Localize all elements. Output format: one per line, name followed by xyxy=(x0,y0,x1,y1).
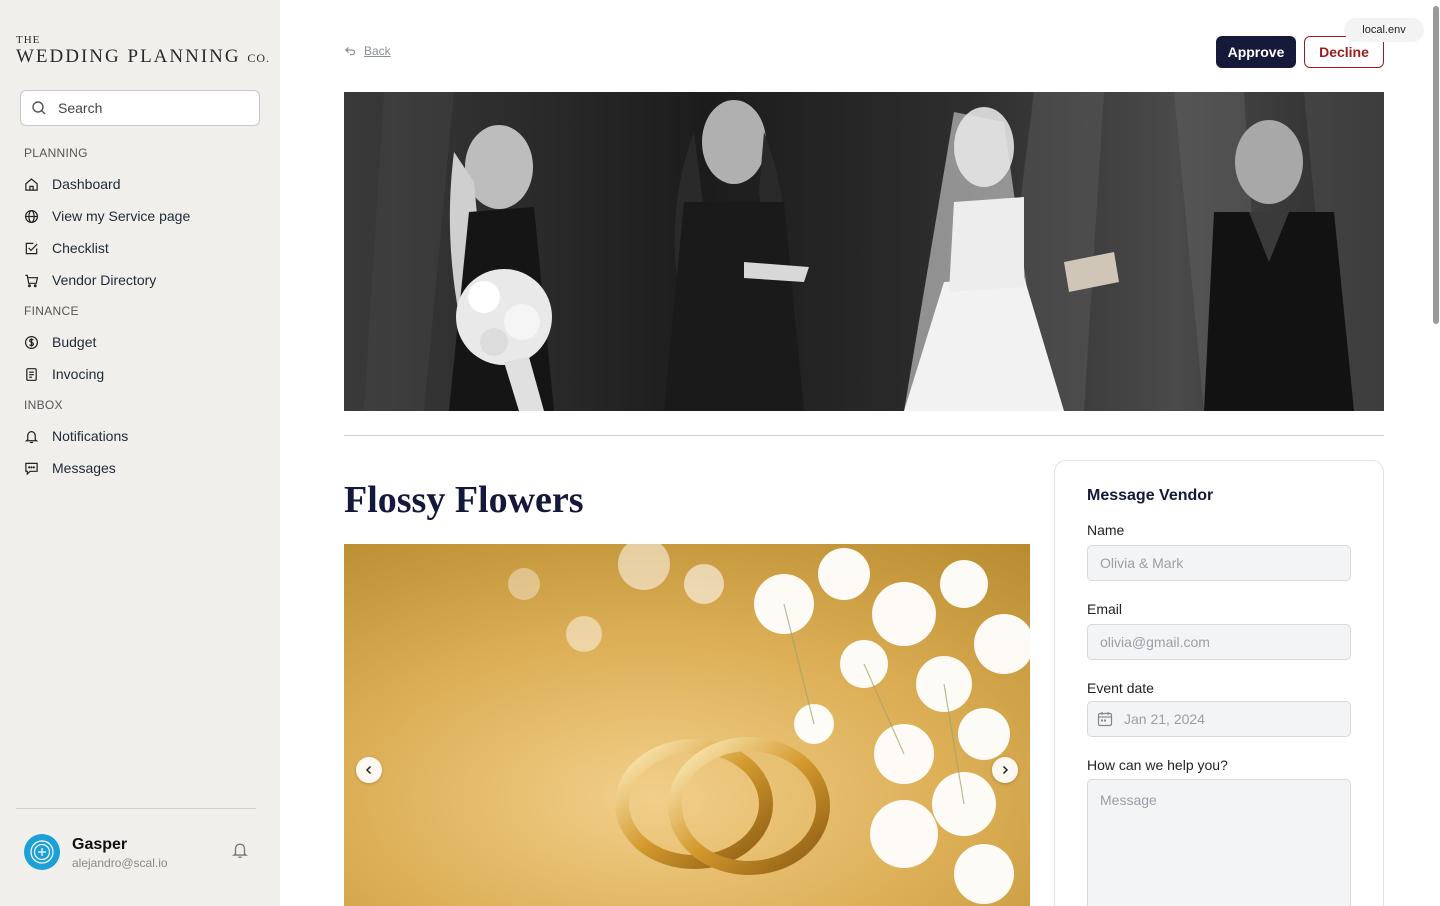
scrollbar-thumb[interactable] xyxy=(1433,6,1439,324)
sidebar-item-label: Messages xyxy=(52,460,116,476)
document-icon xyxy=(26,367,37,381)
user-email: alejandro@scal.io xyxy=(72,856,168,870)
sidebar-item-service-page[interactable]: View my Service page xyxy=(24,204,254,228)
section-label-planning: PLANNING xyxy=(24,146,88,160)
brand-logo-small: THE xyxy=(16,34,41,46)
brand-logo-suffix: CO. xyxy=(247,51,271,65)
page-scrollbar[interactable] xyxy=(1432,0,1440,906)
search-icon xyxy=(32,101,46,115)
hero-ceremony-photo xyxy=(344,92,1384,411)
brand-logo-main-text: WEDDING PLANNING xyxy=(16,46,241,67)
sidebar-item-label: Invocing xyxy=(52,366,105,382)
sidebar: THE WEDDING PLANNING CO. PLANNING Dashbo… xyxy=(0,0,280,906)
email-field[interactable] xyxy=(1087,624,1351,660)
cart-icon xyxy=(25,274,39,287)
gallery-rings-photo xyxy=(344,544,1030,906)
globe-icon xyxy=(24,209,39,223)
message-label: How can we help you? xyxy=(1087,757,1228,773)
event-date-label: Event date xyxy=(1087,680,1154,696)
user-name: Gasper xyxy=(72,836,128,853)
vendor-title: Flossy Flowers xyxy=(344,479,584,521)
event-date-field[interactable] xyxy=(1087,701,1351,737)
chevron-left-icon xyxy=(365,765,372,775)
sidebar-divider xyxy=(16,808,256,809)
search-box[interactable] xyxy=(20,90,260,126)
sidebar-item-budget[interactable]: Budget xyxy=(24,330,254,354)
back-link[interactable]: Back xyxy=(344,44,391,58)
sidebar-item-label: Budget xyxy=(52,334,97,350)
vendor-gallery xyxy=(344,544,1030,906)
section-label-inbox: INBOX xyxy=(24,398,63,412)
bell-icon xyxy=(24,430,39,443)
sidebar-item-dashboard[interactable]: Dashboard xyxy=(24,172,254,196)
brand-logo[interactable]: THE WEDDING PLANNING CO. xyxy=(16,34,270,69)
sidebar-item-checklist[interactable]: Checklist xyxy=(24,236,254,260)
sidebar-item-notifications[interactable]: Notifications xyxy=(24,424,254,448)
message-vendor-card: Message Vendor Name Email Event date How… xyxy=(1054,460,1384,906)
event-date-input[interactable] xyxy=(1124,711,1324,727)
avatar-logo-icon xyxy=(30,840,54,864)
dollar-circle-icon xyxy=(24,335,39,349)
back-arrow-icon xyxy=(344,47,356,56)
checkbox-icon xyxy=(25,242,38,254)
gallery-prev-button[interactable] xyxy=(356,757,382,783)
hero-image xyxy=(344,92,1384,411)
approve-button[interactable]: Approve xyxy=(1216,36,1296,68)
brand-logo-main: WEDDING PLANNING CO. xyxy=(16,46,270,69)
sidebar-item-label: Notifications xyxy=(52,428,129,444)
name-label: Name xyxy=(1087,522,1125,538)
search-input[interactable] xyxy=(58,100,248,116)
sidebar-item-label: Checklist xyxy=(52,240,109,256)
gallery-next-button[interactable] xyxy=(992,757,1018,783)
sidebar-item-label: Vendor Directory xyxy=(52,272,157,288)
sidebar-item-vendor-directory[interactable]: Vendor Directory xyxy=(24,268,254,292)
sidebar-item-messages[interactable]: Messages xyxy=(24,456,254,480)
bell-icon[interactable] xyxy=(231,841,249,859)
chevron-right-icon xyxy=(1002,765,1009,775)
sidebar-item-label: View my Service page xyxy=(52,208,191,224)
email-label: Email xyxy=(1087,601,1123,617)
env-badge: local.env xyxy=(1344,18,1424,42)
message-textarea[interactable] xyxy=(1087,779,1351,906)
sidebar-item-label: Dashboard xyxy=(52,176,121,192)
section-label-finance: FINANCE xyxy=(24,304,79,318)
calendar-icon xyxy=(1097,712,1113,727)
content-divider xyxy=(344,435,1384,436)
back-label: Back xyxy=(364,44,391,58)
home-icon xyxy=(25,177,38,191)
message-icon xyxy=(25,462,38,475)
name-field[interactable] xyxy=(1087,545,1351,581)
card-title: Message Vendor xyxy=(1087,487,1214,504)
avatar[interactable] xyxy=(24,834,60,870)
sidebar-item-invoicing[interactable]: Invocing xyxy=(24,362,254,386)
